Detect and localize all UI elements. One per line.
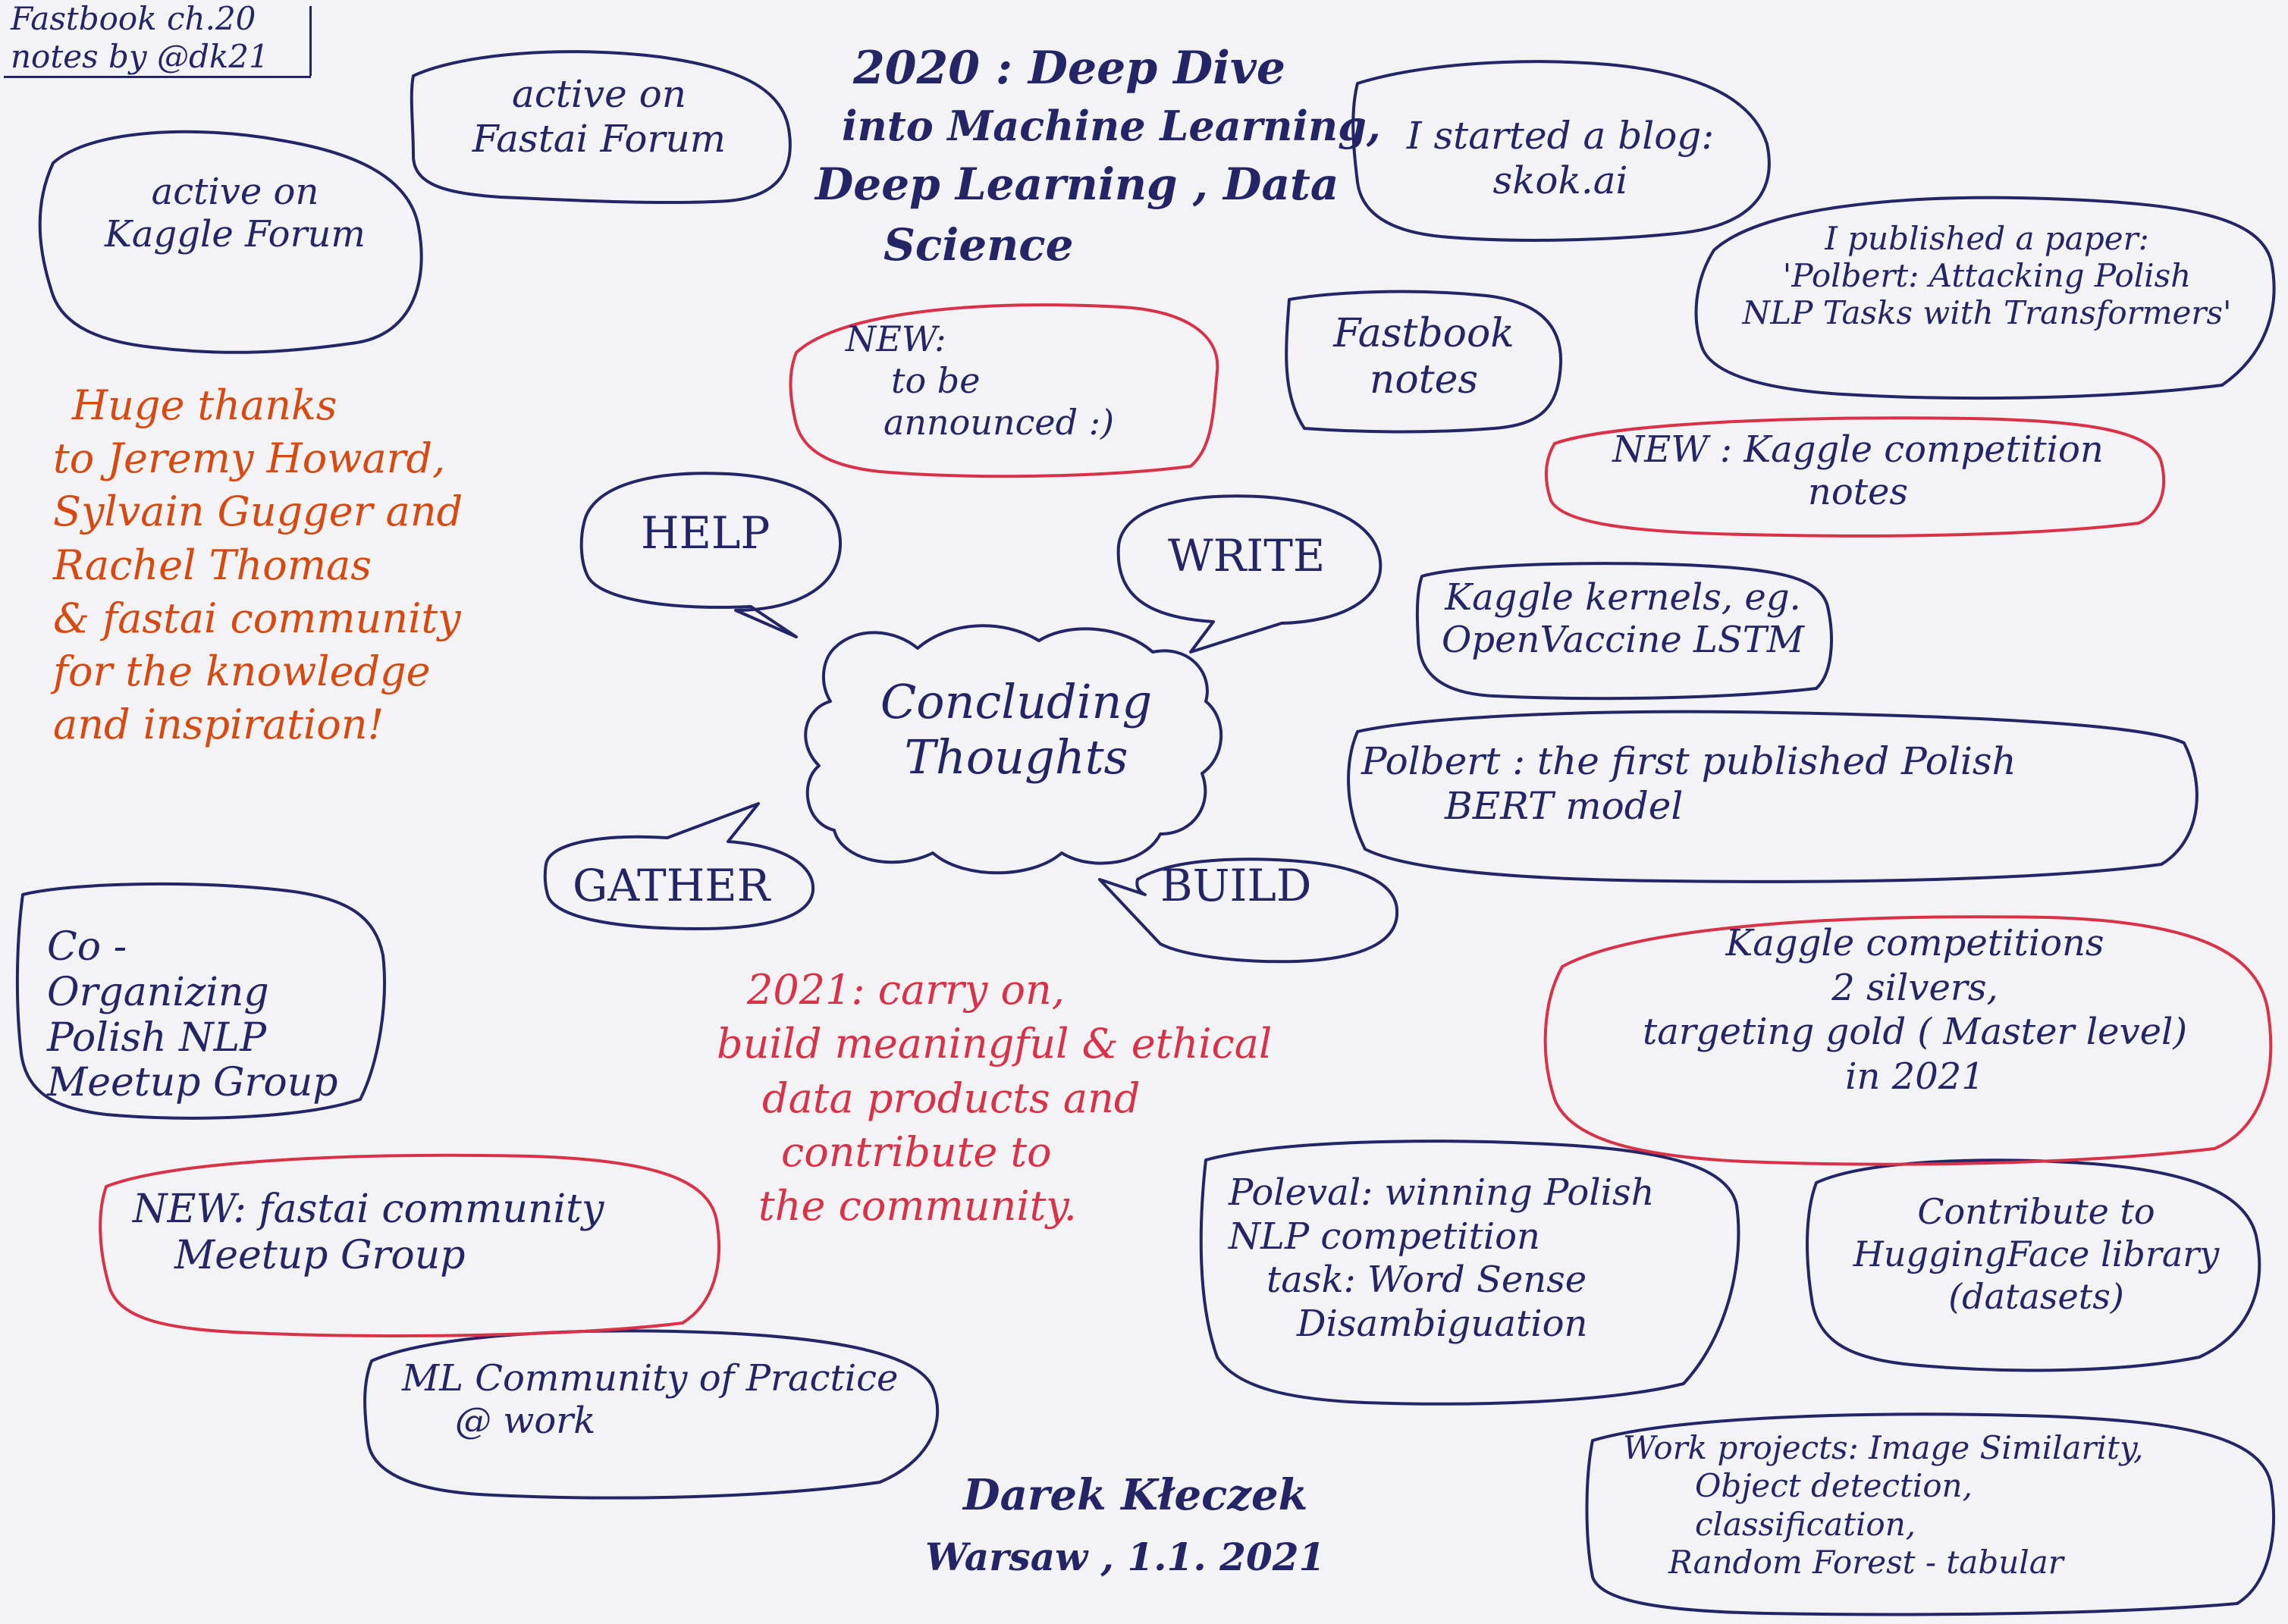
help-label: HELP [641, 507, 771, 559]
fastai-meetup-line-2: Meetup Group [174, 1232, 466, 1278]
co-organizing-line-4: Meetup Group [47, 1060, 338, 1106]
paper-line-2: 'Polbert: Attacking Polish [1782, 257, 2192, 295]
thanks-line-5: & fastai community [53, 594, 461, 642]
fastbook-notes-text: Fastbook notes [1293, 311, 1555, 403]
polbert-text: Polbert : the first published Polish BER… [1361, 739, 2017, 828]
thanks-line-2: to Jeremy Howard, [53, 434, 446, 483]
plan-2021-line-4: contribute to [781, 1127, 1052, 1176]
fastai-meetup-text: NEW: fastai community Meetup Group [133, 1187, 604, 1279]
build-label: BUILD [1160, 860, 1312, 911]
kaggle-notes-line-2: notes [1807, 471, 1909, 514]
header-note-line-1: Fastbook ch.20 [11, 0, 256, 37]
thanks-line-1: Huge thanks [72, 381, 337, 429]
paper-line-3: NLP Tasks with Transformers' [1742, 294, 2232, 332]
ml-community-text: ML Community of Practice @ work [402, 1357, 898, 1442]
header-note-line-2: notes by @dk21 [11, 38, 269, 75]
kaggle-forum-line-2: Kaggle Forum [105, 213, 366, 256]
work-projects-text: Work projects: Image Similarity, Object … [1623, 1429, 2143, 1582]
work-projects-line-1: Work projects: Image Similarity, [1623, 1429, 2144, 1466]
blog-text: I started a blog: skok.ai [1361, 114, 1759, 202]
kaggle-forum-text: active on Kaggle Forum [61, 171, 410, 256]
thanks-line-4: Rachel Thomas [53, 541, 372, 589]
work-projects-line-3: classification, [1695, 1505, 1916, 1543]
kaggle-forum-line-1: active on [151, 171, 319, 213]
co-organizing-line-2: Organizing [47, 969, 269, 1015]
fastai-meetup-line-1: NEW: fastai community [133, 1187, 604, 1232]
polbert-line-1: Polbert : the first published Polish [1361, 739, 2017, 783]
kaggle-notes-text: NEW : Kaggle competition notes [1562, 428, 2154, 513]
concluding-thoughts-text: Concluding Thoughts [827, 674, 1206, 785]
paper-text: I published a paper: 'Polbert: Attacking… [1710, 220, 2264, 331]
poleval-line-3: task: Word Sense [1266, 1259, 1587, 1302]
title-line-4: Science [884, 219, 1074, 271]
huggingface-line-3: (datasets) [1948, 1276, 2124, 1318]
plan-2021-text: 2021: carry on, build meaningful & ethic… [717, 963, 1272, 1233]
signature-place-date: Warsaw , 1.1. 2021 [925, 1535, 1326, 1579]
blog-line-1: I started a blog: [1406, 114, 1715, 158]
poleval-text: Poleval: winning Polish NLP competition … [1229, 1171, 1655, 1346]
fastai-forum-text: active on Fastai Forum [421, 72, 777, 161]
new-announced-line-1: NEW: [846, 318, 946, 359]
huggingface-text: Contribute to HuggingFace library (datas… [1820, 1190, 2252, 1318]
fastbook-notes-line-1: Fastbook [1333, 311, 1514, 356]
new-announced-line-2: to be [891, 360, 981, 402]
thanks-line-6: for the knowledge [53, 647, 431, 695]
ml-community-line-1: ML Community of Practice [402, 1357, 899, 1400]
kaggle-competitions-line-3: targeting gold ( Master level) [1642, 1011, 2188, 1054]
poleval-line-1: Poleval: winning Polish [1229, 1171, 1655, 1214]
plan-2021-line-5: the community. [758, 1182, 1077, 1231]
write-label: WRITE [1168, 530, 1326, 582]
new-announced-text: NEW: to be announced :) [846, 318, 1114, 444]
huggingface-line-2: HuggingFace library [1853, 1234, 2220, 1275]
fastai-forum-line-2: Fastai Forum [472, 116, 727, 161]
kaggle-kernels-line-1: Kaggle kernels, eg. [1445, 576, 1801, 619]
plan-2021-line-3: data products and [762, 1074, 1141, 1122]
title-line-3: Deep Learning , Data [815, 158, 1339, 210]
poleval-line-2: NLP competition [1229, 1215, 1540, 1258]
paper-line-1: I published a paper: [1825, 220, 2149, 257]
kaggle-competitions-line-2: 2 silvers, [1831, 966, 1998, 1009]
thanks-line-7: and inspiration! [53, 701, 384, 749]
work-projects-line-2: Object detection, [1695, 1467, 1973, 1505]
fastbook-notes-line-2: notes [1369, 356, 1479, 403]
co-organizing-line-3: Polish NLP [47, 1014, 267, 1061]
plan-2021-line-2: build meaningful & ethical [717, 1020, 1273, 1068]
kaggle-competitions-line-1: Kaggle competitions [1725, 922, 2104, 964]
ml-community-line-2: @ work [455, 1400, 596, 1443]
kaggle-kernels-text: Kaggle kernels, eg. OpenVaccine LSTM [1426, 576, 1820, 661]
title-line-2: into Machine Learning, [842, 102, 1381, 150]
huggingface-line-1: Contribute to [1917, 1191, 2155, 1232]
kaggle-competitions-text: Kaggle competitions 2 silvers, targeting… [1577, 921, 2252, 1099]
header-underline [4, 76, 311, 78]
plan-2021-line-1: 2021: carry on, [747, 966, 1065, 1014]
poleval-line-4: Disambiguation [1297, 1302, 1588, 1345]
co-organizing-text: Co - Organizing Polish NLP Meetup Group [47, 924, 338, 1106]
kaggle-notes-line-1: NEW : Kaggle competition [1612, 428, 2104, 471]
thanks-text: Huge thanks to Jeremy Howard, Sylvain Gu… [53, 379, 463, 751]
thanks-line-3: Sylvain Gugger and [53, 488, 463, 536]
gather-label: GATHER [573, 860, 771, 911]
title-line-1: 2020 : Deep Dive [853, 42, 1285, 95]
header-divider [309, 6, 312, 76]
polbert-line-2: BERT model [1445, 783, 1684, 828]
kaggle-kernels-line-2: OpenVaccine LSTM [1442, 619, 1804, 662]
concluding-thoughts-line-1: Concluding [880, 674, 1153, 729]
work-projects-line-4: Random Forest - tabular [1668, 1544, 2064, 1582]
signature-name: Darek Kłeczek [963, 1470, 1308, 1520]
fastai-forum-line-1: active on [512, 72, 686, 116]
kaggle-competitions-line-4: in 2021 [1845, 1055, 1985, 1098]
co-organizing-line-1: Co - [47, 924, 127, 970]
blog-line-2: skok.ai [1492, 158, 1628, 202]
new-announced-line-3: announced :) [884, 402, 1115, 444]
concluding-thoughts-line-2: Thoughts [904, 729, 1128, 785]
